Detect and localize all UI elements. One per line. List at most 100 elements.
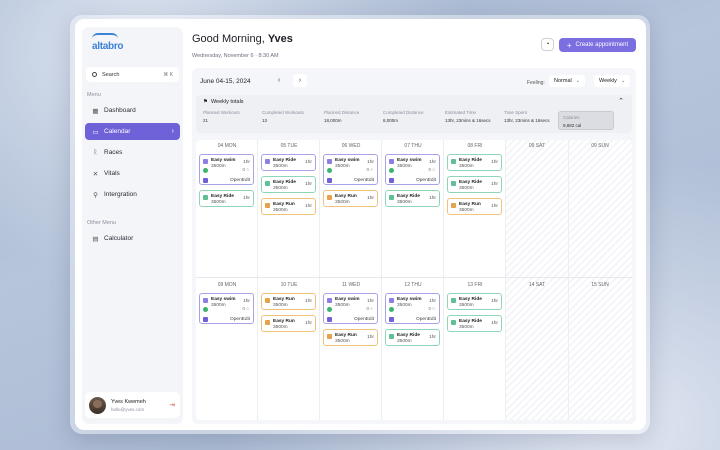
workout-card-ride[interactable]: Easy Ride 3500m 1hr bbox=[261, 154, 316, 171]
sidebar-item-label: Intergration bbox=[104, 191, 137, 198]
sidebar-item-dashboard[interactable]: ▦ Dashboard bbox=[85, 102, 180, 119]
workout-card-swim[interactable]: Easy swim 3500m 1hr 0 ○ Open Edit bbox=[323, 293, 378, 324]
stat-label: Completed Workouts bbox=[262, 110, 304, 115]
open-button[interactable]: Open bbox=[230, 317, 242, 322]
bell-icon[interactable]: ◔ bbox=[541, 38, 554, 51]
workout-meta: 0 ○ bbox=[366, 306, 373, 311]
user-card[interactable]: Yves Kwemeh hello@yves.com ⇥ bbox=[85, 392, 180, 418]
workout-card-swim[interactable]: Easy swim 3500m 1hr 0 ○ Open Edit bbox=[385, 154, 440, 185]
day-header: 05 TUE bbox=[280, 143, 298, 149]
stat-label: Completed Distance bbox=[383, 110, 424, 115]
sidebar-item-races[interactable]: ᚱ Races bbox=[85, 144, 180, 161]
chevron-down-icon: ⌄ bbox=[575, 78, 580, 84]
workout-title: Easy Ride bbox=[273, 158, 296, 163]
run-icon bbox=[327, 334, 332, 339]
workout-title: Easy Ride bbox=[397, 194, 420, 199]
runner-icon: ᚱ bbox=[93, 149, 98, 156]
workout-title: Easy swim bbox=[397, 158, 422, 163]
export-icon[interactable] bbox=[327, 178, 332, 183]
edit-button[interactable]: Edit bbox=[428, 178, 436, 183]
stat-planned-workouts: Planned Workouts 21 bbox=[203, 110, 240, 123]
bike-icon bbox=[389, 334, 394, 339]
export-icon[interactable] bbox=[327, 317, 332, 322]
logout-icon[interactable]: ⇥ bbox=[169, 401, 175, 409]
date-line: Wednesday, November 6 · 8:30 AM bbox=[192, 53, 279, 59]
stat-value: 21 bbox=[203, 118, 209, 123]
open-button[interactable]: Open bbox=[354, 317, 366, 322]
check-icon bbox=[327, 168, 332, 173]
workout-title: Easy swim bbox=[335, 297, 360, 302]
workout-card-swim[interactable]: Easy swim 3500m 1hr 0 ○ Open Edit bbox=[199, 154, 254, 185]
collapse-icon[interactable]: ⌃ bbox=[618, 97, 624, 105]
workout-duration: 1hr bbox=[243, 160, 250, 165]
sidebar-item-label: Calendar bbox=[104, 128, 131, 135]
search-input[interactable]: Search ⌘ K bbox=[86, 67, 179, 82]
feeling-select[interactable]: Normal ⌄ bbox=[549, 75, 585, 87]
workout-distance: 3500m bbox=[397, 200, 412, 205]
sidebar-item-vitals[interactable]: ✕ Vitals bbox=[85, 165, 180, 182]
create-appointment-button[interactable]: + Create appointment bbox=[559, 38, 636, 52]
workout-distance: 3500m bbox=[459, 208, 474, 213]
grid-icon: ▦ bbox=[92, 107, 99, 115]
edit-button[interactable]: Edit bbox=[366, 317, 374, 322]
export-icon[interactable] bbox=[203, 178, 208, 183]
check-icon bbox=[327, 307, 332, 312]
workout-card-run[interactable]: Easy Run 3500m 1hr bbox=[261, 315, 316, 332]
workout-card-swim[interactable]: Easy swim 3500m 1hr 0 ○ Open Edit bbox=[323, 154, 378, 185]
workout-duration: 1hr bbox=[305, 182, 312, 187]
bike-icon bbox=[451, 159, 456, 164]
workout-card-ride[interactable]: Easy Ride 3500m 1hr bbox=[261, 176, 316, 193]
stat-completed-workouts: Completed Workouts 13 bbox=[262, 110, 304, 123]
open-button[interactable]: Open bbox=[230, 178, 242, 183]
open-button[interactable]: Open bbox=[416, 317, 428, 322]
edit-button[interactable]: Edit bbox=[366, 178, 374, 183]
weekly-totals-label: Weekly totals bbox=[210, 99, 244, 105]
stat-value: 9,882 cal bbox=[563, 123, 582, 128]
bike-icon bbox=[451, 181, 456, 186]
weekend-column[interactable] bbox=[506, 140, 569, 420]
workout-card-run[interactable]: Easy Run 3500m 1hr bbox=[323, 190, 378, 207]
open-button[interactable]: Open bbox=[416, 178, 428, 183]
open-button[interactable]: Open bbox=[354, 178, 366, 183]
export-icon[interactable] bbox=[389, 317, 394, 322]
workout-card-ride[interactable]: Easy Ride 3500m 1hr bbox=[199, 190, 254, 207]
edit-button[interactable]: Edit bbox=[428, 317, 436, 322]
edit-button[interactable]: Edit bbox=[242, 178, 250, 183]
stat-time-spent: Time Spent 13hr, 23mins & 16secs bbox=[504, 110, 550, 123]
stat-value: 18,000m bbox=[324, 118, 342, 123]
view-select[interactable]: Weekly ⌄ bbox=[594, 75, 631, 87]
stat-estimated-time: Estimated Time 13hr, 23mins & 16secs bbox=[445, 110, 491, 123]
workout-card-ride[interactable]: Easy Ride 3500m 1hr bbox=[447, 154, 502, 171]
search-shortcut: ⌘ K bbox=[163, 71, 173, 78]
workout-distance: 3500m bbox=[397, 164, 412, 169]
sidebar-item-label: Vitals bbox=[104, 170, 120, 177]
workout-title: Easy swim bbox=[397, 297, 422, 302]
workout-card-ride[interactable]: Easy Ride 3500m 1hr bbox=[385, 329, 440, 346]
workout-duration: 1hr bbox=[305, 299, 312, 304]
prev-week-button[interactable]: ‹ bbox=[272, 74, 286, 87]
weekend-column[interactable] bbox=[569, 140, 632, 420]
workout-duration: 1hr bbox=[367, 335, 374, 340]
workout-card-run[interactable]: Easy Run 3500m 1hr bbox=[447, 198, 502, 215]
workout-card-run[interactable]: Easy Run 3500m 1hr bbox=[261, 198, 316, 215]
sidebar-item-integration[interactable]: ⚲ Intergration bbox=[85, 186, 180, 203]
workout-card-ride[interactable]: Easy Ride 3500m 1hr bbox=[447, 315, 502, 332]
sidebar-item-label: Races bbox=[104, 149, 123, 156]
edit-button[interactable]: Edit bbox=[242, 317, 250, 322]
workout-card-swim[interactable]: Easy swim 3500m 1hr 0 ○ Open Edit bbox=[199, 293, 254, 324]
user-email: hello@yves.com bbox=[111, 406, 145, 412]
workout-card-run[interactable]: Easy Run 3500m 1hr bbox=[323, 329, 378, 346]
workout-card-ride[interactable]: Easy Ride 3500m 1hr bbox=[447, 293, 502, 310]
run-icon bbox=[265, 298, 270, 303]
workout-card-swim[interactable]: Easy swim 3500m 1hr 0 ○ Open Edit bbox=[385, 293, 440, 324]
export-icon[interactable] bbox=[389, 178, 394, 183]
next-week-button[interactable]: › bbox=[293, 74, 307, 87]
sidebar-item-label: Calculator bbox=[104, 235, 134, 242]
workout-card-ride[interactable]: Easy Ride 3500m 1hr bbox=[385, 190, 440, 207]
export-icon[interactable] bbox=[203, 317, 208, 322]
workout-card-ride[interactable]: Easy Ride 3500m 1hr bbox=[447, 176, 502, 193]
run-icon bbox=[265, 320, 270, 325]
sidebar-item-calendar[interactable]: ▭ Calendar › bbox=[85, 123, 180, 140]
sidebar-item-calculator[interactable]: ▤ Calculator bbox=[85, 230, 180, 247]
workout-card-run[interactable]: Easy Run 3500m 1hr bbox=[261, 293, 316, 310]
